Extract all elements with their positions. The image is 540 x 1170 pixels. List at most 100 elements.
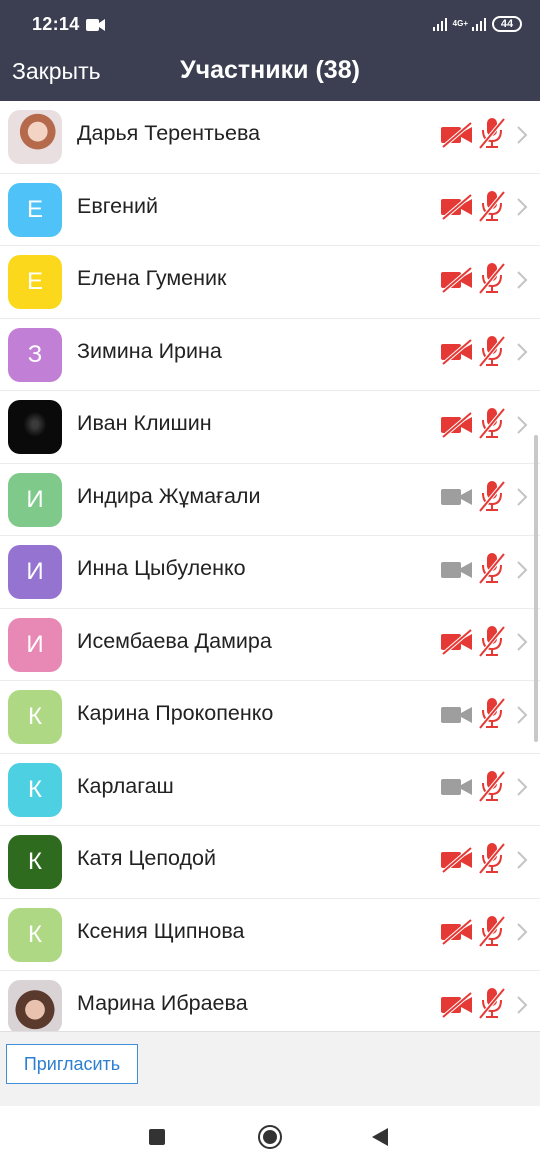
participant-name: Инна Цыбуленко (77, 556, 246, 580)
participant-row[interactable]: З Зимина Ирина (0, 319, 540, 391)
avatar-initial: К (28, 703, 42, 730)
avatar: К (8, 762, 62, 817)
chevron-right-icon[interactable] (516, 270, 528, 290)
avatar: К (8, 690, 62, 744)
chevron-right-icon[interactable] (516, 197, 528, 217)
avatar: К (8, 907, 62, 962)
home-icon[interactable] (258, 1125, 282, 1149)
chevron-right-icon[interactable] (516, 125, 528, 145)
participant-list[interactable]: Дарья Терентьева Е Евгений Е Елена Гуменик З З… (0, 101, 540, 1031)
signal-icon-2 (472, 17, 486, 31)
invite-button[interactable]: Пригласить (6, 1044, 138, 1084)
avatar-initial: З (27, 340, 43, 368)
participant-row[interactable]: Иван Клишин (0, 391, 540, 464)
mic-muted-icon (478, 552, 506, 585)
participant-row[interactable]: Е Елена Гуменик (0, 246, 540, 319)
mic-muted-icon (478, 117, 506, 150)
participant-row[interactable]: Дарья Терентьева (0, 101, 540, 174)
video-off-icon (441, 845, 473, 874)
chevron-right-icon[interactable] (516, 415, 528, 435)
avatar: К (8, 835, 62, 889)
video-off-icon (441, 265, 473, 294)
avatar: З (8, 327, 62, 382)
participant-name: Иван Клишин (77, 411, 212, 435)
participant-row[interactable]: К Карина Прокопенко (0, 681, 540, 754)
status-indicators: 4G+ 44 (432, 14, 522, 34)
avatar-initial: К (28, 848, 42, 875)
avatar: Е (8, 255, 62, 309)
mic-muted-icon (478, 407, 506, 440)
participant-name: Марина Ибраева (77, 991, 248, 1015)
chevron-right-icon[interactable] (516, 632, 528, 652)
participant-status-icons (440, 552, 528, 585)
mic-muted-icon (478, 697, 506, 730)
participant-status-icons (440, 987, 528, 1020)
participant-row[interactable]: Е Евгений (0, 174, 540, 246)
footer-bar: Пригласить (0, 1031, 540, 1106)
participant-row[interactable]: И Исембаева Дамира (0, 609, 540, 681)
participant-status-icons (440, 190, 528, 223)
recent-apps-icon[interactable] (149, 1129, 165, 1145)
participant-status-icons (440, 915, 528, 948)
participant-name: Исембаева Дамира (77, 628, 272, 653)
back-icon[interactable] (372, 1128, 388, 1146)
chevron-right-icon[interactable] (516, 342, 528, 362)
participant-status-icons (440, 407, 528, 440)
battery-icon: 44 (492, 16, 522, 32)
participant-name: Зимина Ирина (77, 338, 222, 363)
screen-record-icon (86, 19, 105, 31)
mic-muted-icon (478, 262, 506, 295)
avatar-initial: Е (26, 268, 43, 295)
page-title: Участники (38) (180, 56, 360, 84)
mic-muted-icon (478, 335, 506, 367)
chevron-right-icon[interactable] (516, 995, 528, 1015)
video-off-icon (441, 120, 473, 149)
participant-row[interactable]: И Индира Жұмағали (0, 464, 540, 536)
chevron-right-icon[interactable] (516, 850, 528, 870)
participant-name: Елена Гуменик (77, 266, 227, 290)
chevron-right-icon[interactable] (516, 705, 528, 725)
participant-name: Дарья Терентьева (77, 121, 261, 145)
scrollbar[interactable] (534, 435, 538, 742)
avatar (8, 980, 62, 1031)
video-disabled-icon (441, 706, 472, 723)
avatar (8, 110, 62, 164)
participant-status-icons (440, 842, 528, 875)
mic-muted-icon (478, 625, 506, 657)
mic-muted-icon (478, 480, 506, 512)
avatar: И (8, 545, 62, 599)
avatar-initial: Е (26, 195, 43, 223)
mic-muted-icon (478, 770, 506, 802)
participant-row[interactable]: К Катя Цеподой (0, 826, 540, 899)
chevron-right-icon[interactable] (516, 922, 528, 942)
video-off-icon (441, 193, 473, 221)
mic-muted-icon (478, 842, 506, 875)
participant-name: Индира Жұмағали (77, 483, 261, 508)
avatar: И (8, 617, 62, 672)
participant-row[interactable]: К Карлагаш (0, 754, 540, 826)
participant-name: Катя Цеподой (77, 846, 216, 870)
participant-status-icons (440, 335, 528, 368)
network-type: 4G+ (452, 19, 468, 28)
participant-row[interactable]: К Ксения Щипнова (0, 899, 540, 971)
chevron-right-icon[interactable] (516, 560, 528, 580)
avatar-initial: К (28, 775, 42, 803)
participant-status-icons (440, 262, 528, 295)
avatar-initial: К (28, 920, 42, 948)
chevron-right-icon[interactable] (516, 487, 528, 507)
participant-status-icons (440, 117, 528, 150)
participant-status-icons (440, 770, 528, 803)
participant-name: Карина Прокопенко (77, 701, 274, 725)
header-bar: Закрыть Участники (38) (0, 48, 540, 101)
avatar (8, 400, 62, 454)
participant-row[interactable]: Марина Ибраева (0, 971, 540, 1031)
video-off-icon (441, 338, 473, 366)
mic-muted-icon (478, 987, 506, 1020)
chevron-right-icon[interactable] (516, 777, 528, 797)
mic-muted-icon (478, 190, 506, 222)
status-bar: 12:14 4G+ 44 (0, 0, 540, 48)
participant-name: Ксения Щипнова (77, 918, 245, 943)
participant-status-icons (440, 625, 528, 658)
participant-row[interactable]: И Инна Цыбуленко (0, 536, 540, 609)
video-off-icon (441, 410, 473, 439)
